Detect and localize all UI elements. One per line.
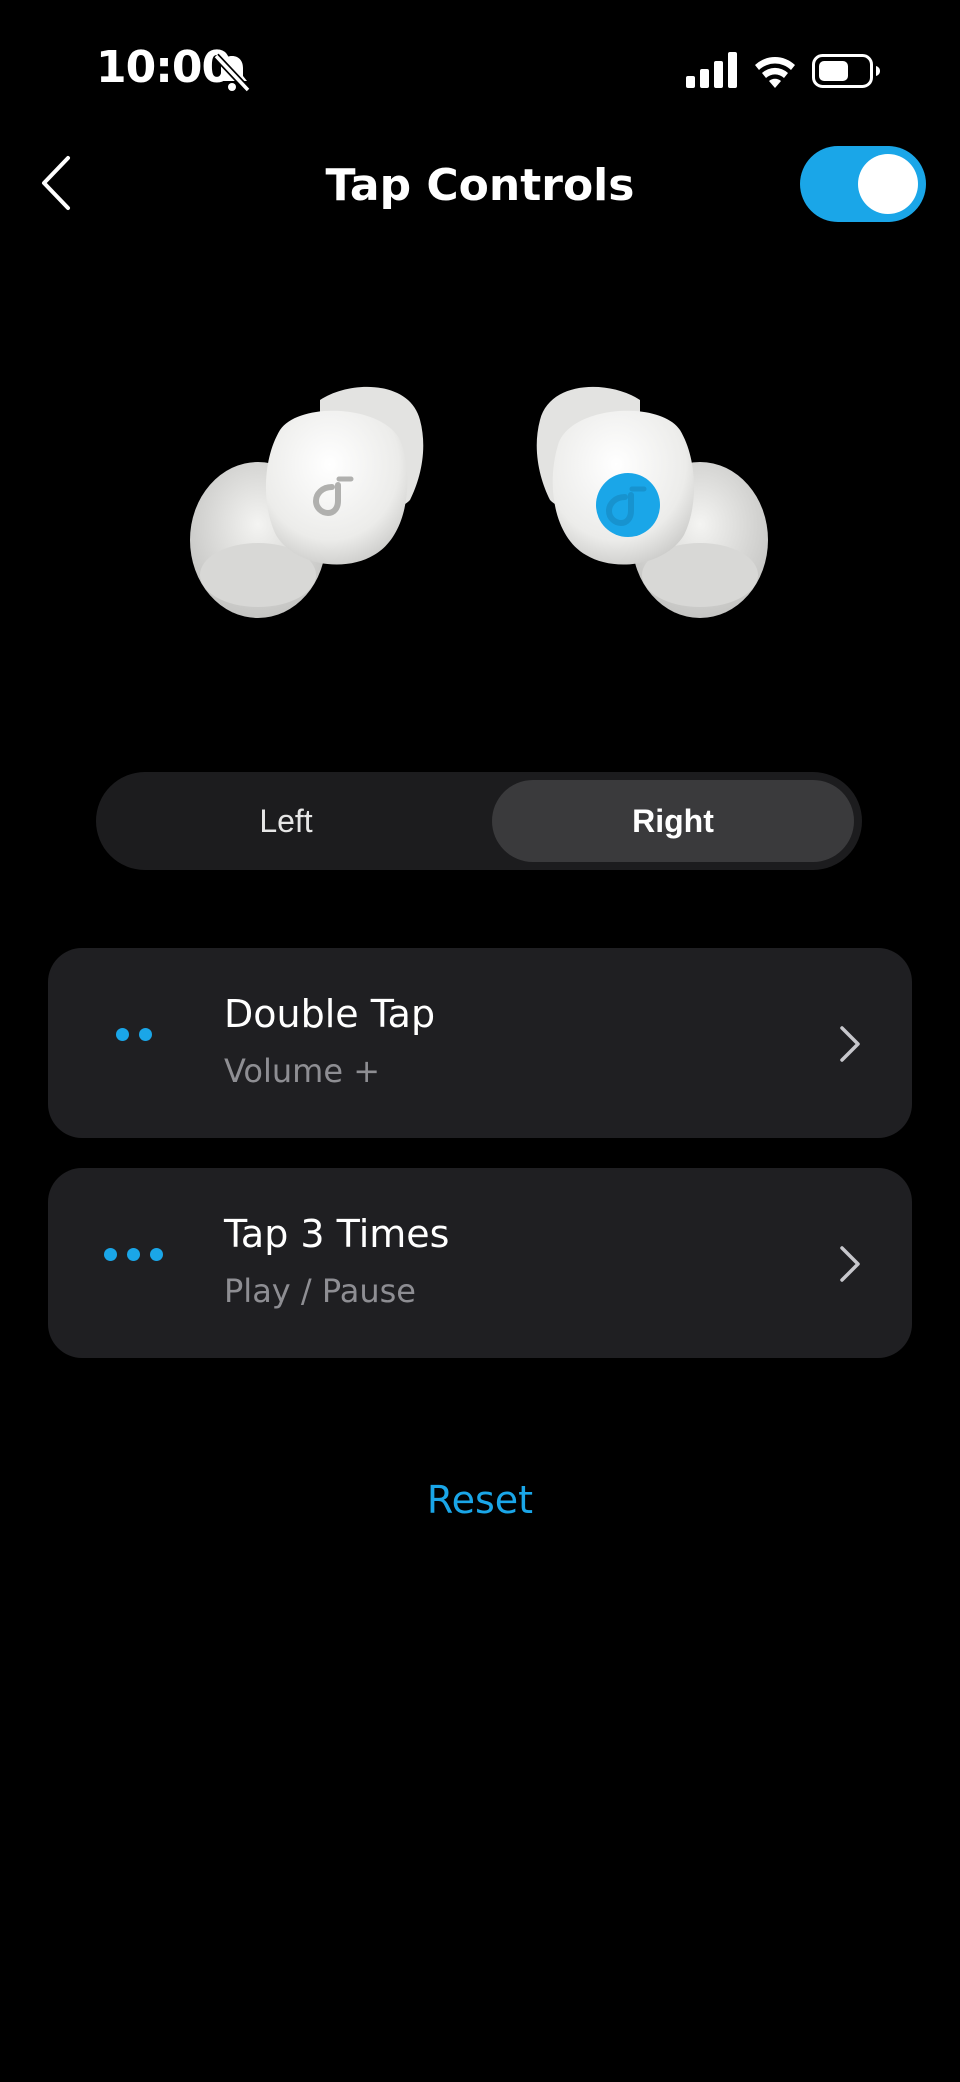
chevron-right-icon — [840, 1246, 860, 1282]
right-earbud — [536, 386, 768, 618]
double-tap-label: Double Tap — [224, 992, 436, 1036]
left-earbud — [190, 386, 424, 618]
tap-3-times-label: Tap 3 Times — [224, 1212, 450, 1256]
cellular-signal-icon — [686, 52, 737, 88]
toggle-knob — [858, 154, 918, 214]
segment-right[interactable]: Right — [492, 780, 854, 862]
chevron-right-icon — [840, 1026, 860, 1062]
tap-3-times-card[interactable]: Tap 3 Times Play / Pause — [48, 1168, 912, 1358]
two-dots-icon — [116, 1028, 152, 1058]
silent-bell-icon — [213, 53, 251, 93]
tap-controls-toggle[interactable] — [800, 146, 926, 222]
side-segmented-control: Left Right — [96, 772, 862, 870]
double-tap-card[interactable]: Double Tap Volume + — [48, 948, 912, 1138]
segment-left[interactable]: Left — [96, 772, 476, 870]
reset-button[interactable]: Reset — [0, 1478, 960, 1522]
three-dots-icon — [104, 1248, 163, 1278]
wifi-icon — [755, 57, 795, 88]
tap-3-times-value: Play / Pause — [224, 1272, 416, 1310]
double-tap-value: Volume + — [224, 1052, 380, 1090]
earbuds-illustration — [190, 386, 768, 618]
battery-icon — [812, 54, 880, 88]
